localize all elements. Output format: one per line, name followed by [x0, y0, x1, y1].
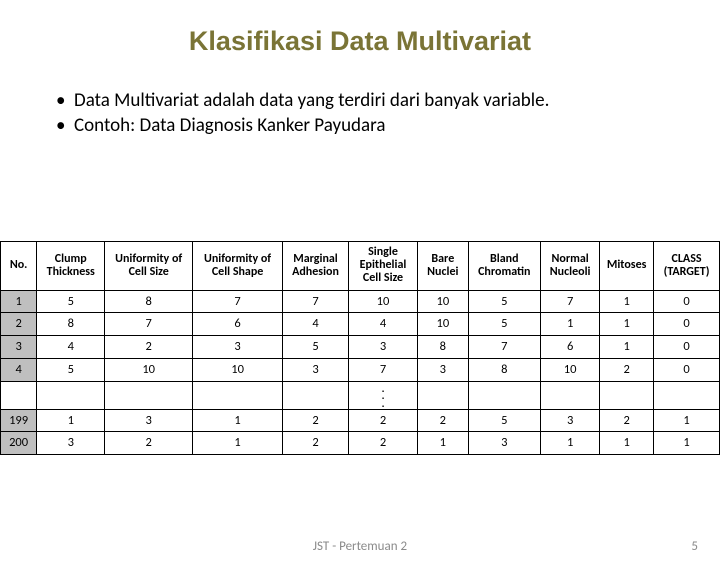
- cell: 2: [348, 432, 417, 455]
- cell: 2: [600, 358, 654, 381]
- data-table: No. Clump Thickness Uniformity of Cell S…: [0, 241, 720, 455]
- cell: 0: [654, 313, 720, 336]
- cell: 5: [468, 290, 540, 313]
- cell: 1: [193, 432, 283, 455]
- cell: 8: [468, 358, 540, 381]
- cell: 1: [541, 313, 600, 336]
- cell: 5: [37, 358, 105, 381]
- cell: 3: [468, 432, 540, 455]
- col-header: Bare Nuclei: [418, 242, 468, 291]
- cell: 10: [193, 358, 283, 381]
- cell: 3: [348, 336, 417, 359]
- vertical-ellipsis-icon: ...: [348, 381, 417, 409]
- col-header: No.: [1, 242, 37, 291]
- cell: 10: [418, 313, 468, 336]
- table-row: 200 3 2 1 2 2 1 3 1 1 1: [1, 432, 720, 455]
- cell: 5: [37, 290, 105, 313]
- cell: 3: [283, 358, 349, 381]
- cell: 2: [348, 409, 417, 432]
- cell: 8: [37, 313, 105, 336]
- bullet-item: Contoh: Data Diagnosis Kanker Payudara: [56, 114, 720, 139]
- cell: 7: [283, 290, 349, 313]
- row-number: 200: [1, 432, 37, 455]
- cell: 5: [283, 336, 349, 359]
- cell: 0: [654, 336, 720, 359]
- cell: 3: [105, 409, 193, 432]
- cell: 1: [418, 432, 468, 455]
- cell: 1: [600, 290, 654, 313]
- cell: 6: [541, 336, 600, 359]
- cell: 3: [418, 358, 468, 381]
- ellipsis-row: ...: [1, 381, 720, 409]
- cell: 0: [654, 290, 720, 313]
- cell: 10: [348, 290, 417, 313]
- cell: 10: [541, 358, 600, 381]
- col-header: Uniformity of Cell Shape: [193, 242, 283, 291]
- cell: 1: [600, 432, 654, 455]
- table-row: 4 5 10 10 3 7 3 8 10 2 0: [1, 358, 720, 381]
- bullet-item: Data Multivariat adalah data yang terdir…: [56, 89, 720, 114]
- cell: 4: [37, 336, 105, 359]
- col-header: Single Epithelial Cell Size: [348, 242, 417, 291]
- cell: 2: [418, 409, 468, 432]
- table-row: 199 1 3 1 2 2 2 5 3 2 1: [1, 409, 720, 432]
- cell: 2: [283, 409, 349, 432]
- table-row: 3 4 2 3 5 3 8 7 6 1 0: [1, 336, 720, 359]
- cell: 1: [600, 336, 654, 359]
- table-row: 2 8 7 6 4 4 10 5 1 1 0: [1, 313, 720, 336]
- cell: 5: [468, 409, 540, 432]
- col-header: Mitoses: [600, 242, 654, 291]
- cell: 8: [418, 336, 468, 359]
- cell: 4: [348, 313, 417, 336]
- bullet-list: Data Multivariat adalah data yang terdir…: [56, 89, 720, 138]
- cell: 7: [348, 358, 417, 381]
- cell: 1: [600, 313, 654, 336]
- cell: 8: [105, 290, 193, 313]
- row-number: 199: [1, 409, 37, 432]
- col-header: Bland Chromatin: [468, 242, 540, 291]
- cell: 2: [600, 409, 654, 432]
- cell: 3: [193, 336, 283, 359]
- cell: 1: [654, 409, 720, 432]
- cell: 1: [37, 409, 105, 432]
- cell: 1: [193, 409, 283, 432]
- cell: 7: [468, 336, 540, 359]
- cell: 7: [541, 290, 600, 313]
- row-number: 3: [1, 336, 37, 359]
- cell: 4: [283, 313, 349, 336]
- cell: 1: [541, 432, 600, 455]
- col-header: Normal Nucleoli: [541, 242, 600, 291]
- cell: 0: [654, 358, 720, 381]
- table-row: 1 5 8 7 7 10 10 5 7 1 0: [1, 290, 720, 313]
- slide-title: Klasifikasi Data Multivariat: [0, 26, 720, 57]
- cell: 2: [283, 432, 349, 455]
- row-number: 1: [1, 290, 37, 313]
- cell: 3: [37, 432, 105, 455]
- cell: 7: [193, 290, 283, 313]
- col-header: Clump Thickness: [37, 242, 105, 291]
- col-header: Marginal Adhesion: [283, 242, 349, 291]
- cell: 1: [654, 432, 720, 455]
- col-header: Uniformity of Cell Size: [105, 242, 193, 291]
- cell: 6: [193, 313, 283, 336]
- cell: 2: [105, 432, 193, 455]
- page-number: 5: [691, 539, 698, 554]
- cell: 3: [541, 409, 600, 432]
- table-header-row: No. Clump Thickness Uniformity of Cell S…: [1, 242, 720, 291]
- cell: 5: [468, 313, 540, 336]
- footer-text: JST - Pertemuan 2: [0, 539, 720, 554]
- cell: 10: [105, 358, 193, 381]
- col-header: CLASS (TARGET): [654, 242, 720, 291]
- cell: 2: [105, 336, 193, 359]
- cell: 10: [418, 290, 468, 313]
- row-number: 4: [1, 358, 37, 381]
- cell: 7: [105, 313, 193, 336]
- row-number: 2: [1, 313, 37, 336]
